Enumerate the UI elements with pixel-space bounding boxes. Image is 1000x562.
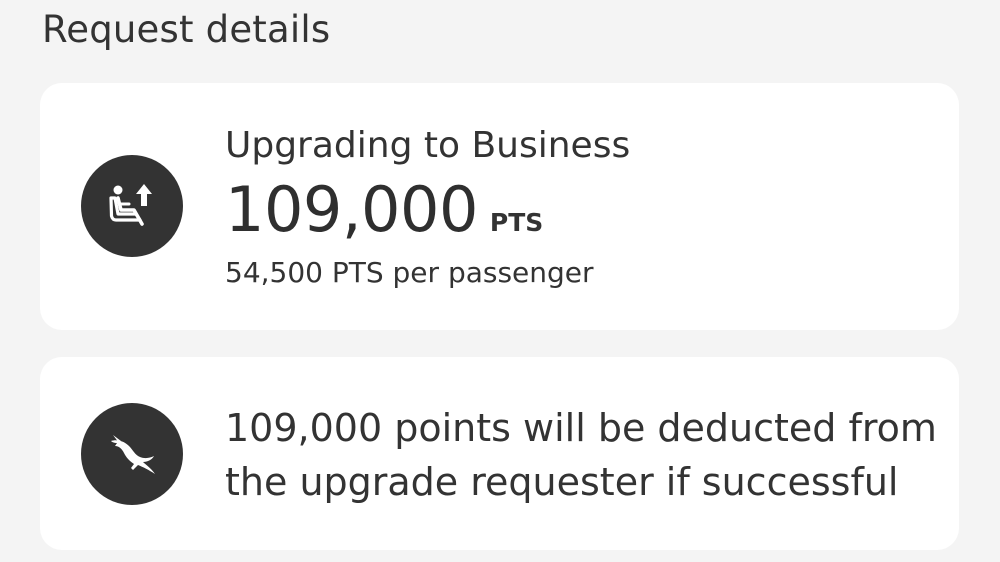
upgrade-card: Upgrading to Business 109,000 PTS 54,500…: [40, 83, 959, 330]
section-title: Request details: [42, 8, 331, 51]
deduction-message: 109,000 points will be deducted from the…: [225, 401, 937, 509]
upgrade-title: Upgrading to Business: [225, 125, 631, 166]
points-total: 109,000 PTS: [225, 176, 630, 244]
deduction-message-line-2: the upgrade requester if successful: [225, 460, 899, 504]
points-value: 109,000: [225, 173, 478, 246]
points-per-passenger: 54,500 PTS per passenger: [225, 256, 594, 289]
kangaroo-logo-icon: [81, 403, 183, 505]
deduction-info-card: 109,000 points will be deducted from the…: [40, 357, 959, 550]
points-unit: PTS: [489, 208, 544, 237]
deduction-message-line-1: 109,000 points will be deducted from: [225, 406, 937, 450]
seat-upgrade-icon: [81, 155, 183, 257]
